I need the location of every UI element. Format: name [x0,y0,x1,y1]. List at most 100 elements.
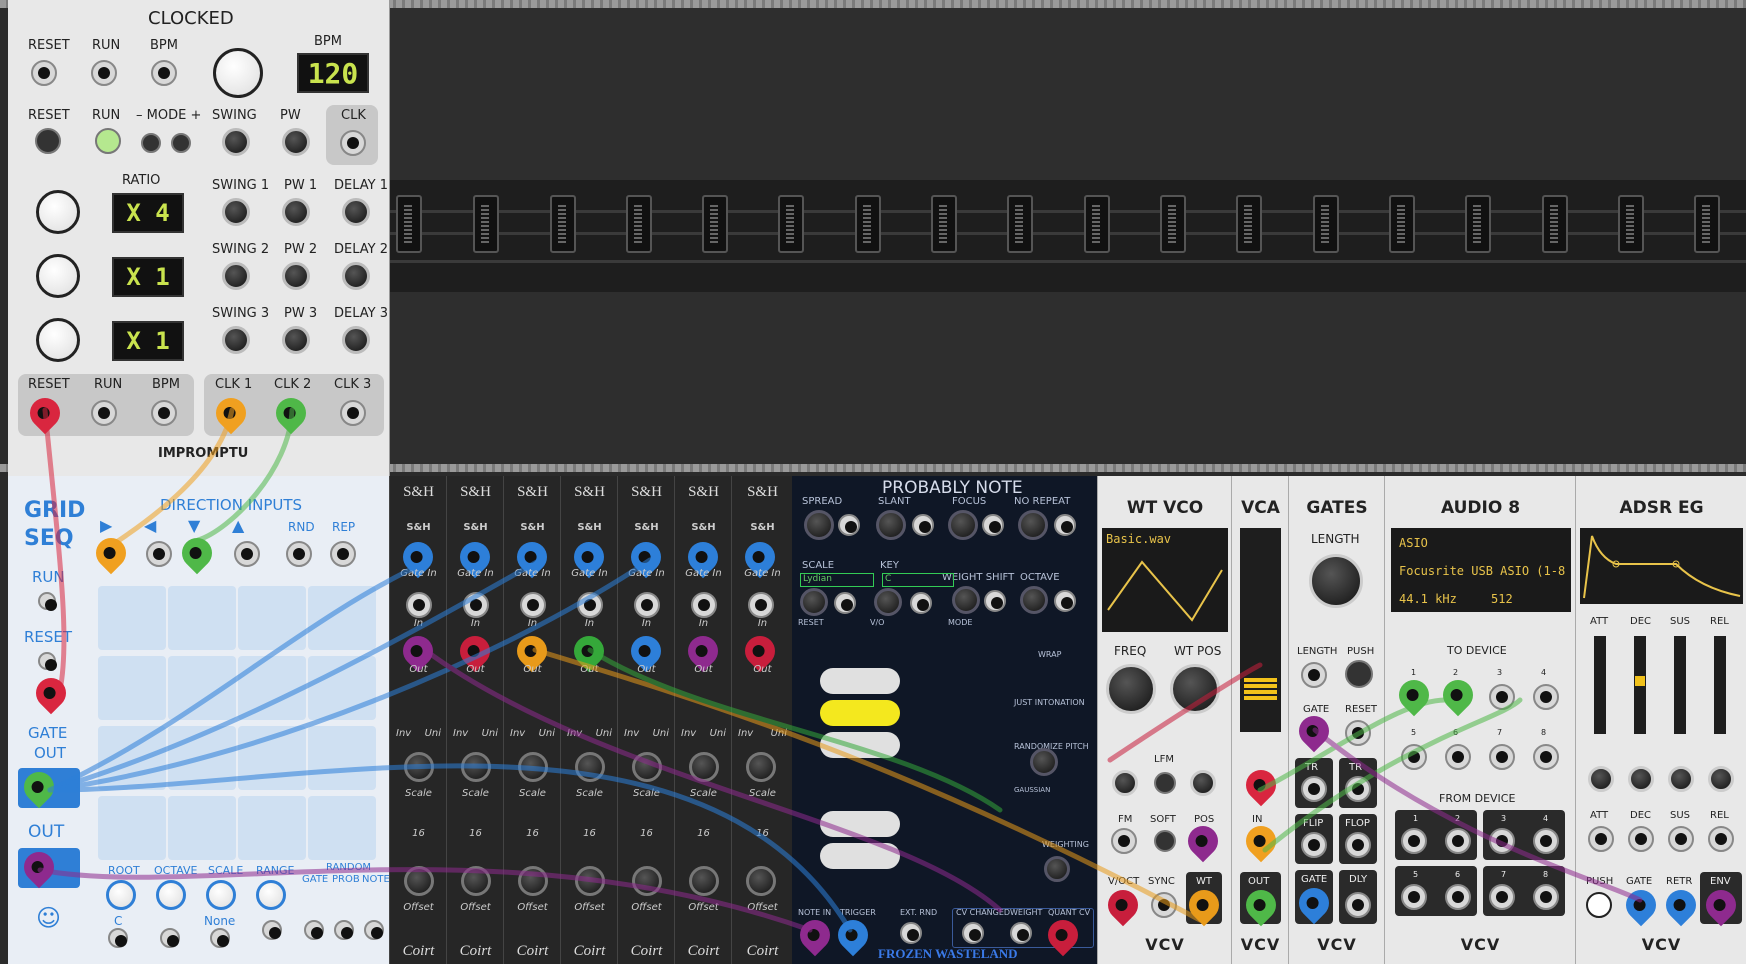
from-device-6-jack[interactable] [1445,884,1471,910]
offset-knob[interactable] [746,866,776,896]
flip-jack[interactable] [1301,832,1327,858]
to-device-5-jack[interactable] [1401,744,1427,770]
grid-cell[interactable] [238,656,306,720]
delay3-knob[interactable] [342,326,370,354]
grid-cell[interactable] [98,586,166,650]
run-output-jack[interactable] [91,400,117,426]
to-device-1-cable-plug[interactable] [1392,673,1436,717]
note-in-cable-plug[interactable] [793,913,837,957]
dec-cv-knob[interactable] [1628,766,1654,792]
to-device-8-jack[interactable] [1533,744,1559,770]
reset-input-jack[interactable] [38,652,57,671]
from-device-4-jack[interactable] [1533,828,1559,854]
sus-cv-jack[interactable] [1668,826,1694,852]
slant-knob[interactable] [876,510,906,540]
run-button[interactable] [95,128,121,154]
soft-button[interactable] [1154,830,1176,852]
in-jack[interactable] [463,592,489,618]
pw-knob[interactable] [282,128,310,156]
in-jack[interactable] [748,592,774,618]
length-knob[interactable] [1309,554,1363,608]
range-knob[interactable] [256,880,286,910]
note-row-2[interactable] [820,700,900,726]
grid-cell[interactable] [168,796,236,860]
grid-cell[interactable] [98,656,166,720]
to-device-4-jack[interactable] [1533,684,1559,710]
reset-input-jack[interactable] [31,60,57,86]
swing1-knob[interactable] [222,198,250,226]
grid-cell[interactable] [308,586,376,650]
from-device-3-jack[interactable] [1489,828,1515,854]
in-jack[interactable] [406,592,432,618]
clk-output-jack[interactable] [340,130,366,156]
reset-jack[interactable] [1345,720,1371,746]
mode-plus-button[interactable] [171,133,191,153]
grid-cell[interactable] [308,796,376,860]
left-input-jack[interactable] [146,541,172,567]
fm-jack[interactable] [1111,828,1137,854]
octave-knob[interactable] [1020,586,1048,614]
offset-knob[interactable] [689,866,719,896]
mode-minus-button[interactable] [141,133,161,153]
in-jack[interactable] [520,592,546,618]
offset-knob[interactable] [632,866,662,896]
device-text[interactable]: Focusrite USB ASIO (1-8 in [1399,564,1567,578]
pos-attenuator-knob[interactable] [1190,770,1216,796]
down-input-cable-plug[interactable] [175,531,219,575]
swing3-knob[interactable] [222,326,250,354]
slider-handle[interactable] [1244,678,1277,702]
in-cable-plug[interactable] [1239,819,1283,863]
scale-knob[interactable] [800,588,828,616]
cv-changed-jack[interactable] [962,922,984,944]
right-input-cable-plug[interactable] [89,531,133,575]
vca-level-slider[interactable] [1240,528,1281,732]
ratio-knob-2[interactable] [36,254,80,298]
random-gate-jack[interactable] [304,920,324,940]
root-cv-jack[interactable] [108,928,128,948]
gate-cable-plug[interactable] [1619,883,1663,927]
grid-cell[interactable] [308,726,376,790]
rel-cv-jack[interactable] [1708,826,1734,852]
scale-knob[interactable] [206,880,236,910]
sample-rate-text[interactable]: 44.1 kHz [1399,592,1457,606]
scale-cv-jack[interactable] [210,928,230,948]
reset-button[interactable] [35,128,61,154]
push-button[interactable] [1586,892,1612,918]
weighting-knob[interactable] [1044,856,1070,882]
grid-cell[interactable] [168,586,236,650]
scale-knob[interactable] [746,752,776,782]
length-cv-jack[interactable] [1301,662,1327,688]
bpm-output-jack[interactable] [151,400,177,426]
scale-knob[interactable] [632,752,662,782]
slant-cv-jack[interactable] [912,514,934,536]
root-knob[interactable] [106,880,136,910]
grid-cell[interactable] [238,726,306,790]
attack-slider[interactable] [1594,636,1606,734]
from-device-1-jack[interactable] [1401,828,1427,854]
swing2-knob[interactable] [222,262,250,290]
run-input-jack[interactable] [38,592,57,611]
voct-cable-plug[interactable] [1101,883,1145,927]
fm-attenuator-knob[interactable] [1112,770,1138,796]
scale-knob[interactable] [575,752,605,782]
in-jack[interactable] [577,592,603,618]
grid-cell[interactable] [238,586,306,650]
ratio-knob-3[interactable] [36,318,80,362]
grid-cell[interactable] [98,796,166,860]
retr-cable-plug[interactable] [1659,883,1703,927]
wt-pos-knob[interactable] [1170,664,1220,714]
bpm-input-jack[interactable] [151,60,177,86]
grid-cell[interactable] [168,726,236,790]
sync-jack[interactable] [1151,892,1177,918]
no-repeat-cv-jack[interactable] [1054,514,1076,536]
scale-knob[interactable] [404,752,434,782]
dec-cv-jack[interactable] [1628,826,1654,852]
decay-slider-handle[interactable] [1635,676,1645,686]
to-device-6-jack[interactable] [1445,744,1471,770]
offset-knob[interactable] [461,866,491,896]
octave-knob[interactable] [156,880,186,910]
up-input-jack[interactable] [234,541,260,567]
spread-knob[interactable] [804,510,834,540]
to-device-2-cable-plug[interactable] [1436,673,1480,717]
no-repeat-knob[interactable] [1018,510,1048,540]
